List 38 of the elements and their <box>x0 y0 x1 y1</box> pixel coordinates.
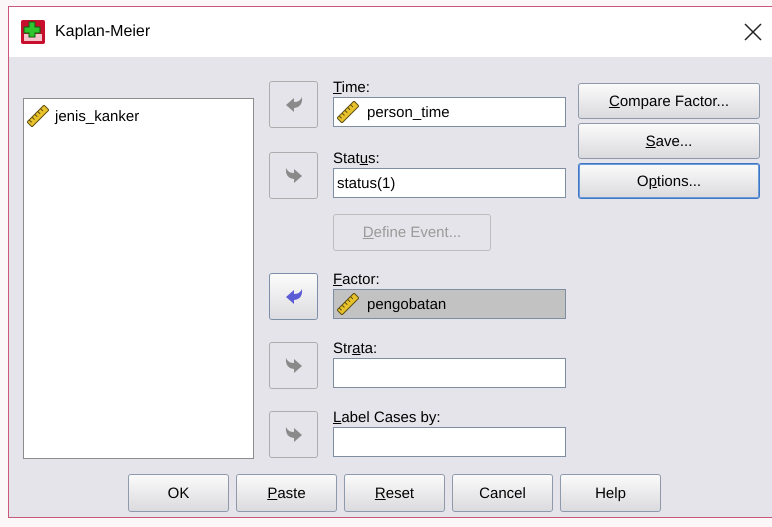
field-label: Strata: <box>333 340 378 358</box>
field-label: Label Cases by: <box>333 409 442 427</box>
dialog-button[interactable]: Reset <box>344 474 445 512</box>
move-button[interactable] <box>269 273 318 320</box>
field-label: Status: <box>333 150 381 168</box>
dialog-button[interactable]: Save... <box>578 123 760 159</box>
close-icon[interactable] <box>744 23 762 41</box>
field-label: Factor: <box>333 271 381 289</box>
right-arrow-icon <box>284 425 304 444</box>
variable-item[interactable]: jenis_kanker <box>55 108 140 124</box>
field-value: person_time <box>367 104 450 120</box>
field-value: pengobatan <box>367 296 446 312</box>
variable-field[interactable]: person_time <box>333 97 566 127</box>
variable-field[interactable] <box>333 427 566 457</box>
app-icon <box>21 20 45 44</box>
dialog-button[interactable]: Options... <box>578 163 760 199</box>
variable-field[interactable] <box>333 358 566 388</box>
variable-field[interactable]: pengobatan <box>333 289 566 319</box>
right-arrow-icon <box>284 356 304 375</box>
ruler-icon <box>337 293 359 315</box>
field-value: status(1) <box>337 174 396 192</box>
variable-field[interactable]: status(1) <box>333 168 566 198</box>
window-title: Kaplan-Meier <box>55 23 152 41</box>
dialog-button[interactable]: Help <box>560 474 661 512</box>
left-arrow-icon <box>284 95 304 114</box>
move-button[interactable] <box>269 342 318 389</box>
left-arrow-icon <box>284 287 304 306</box>
right-arrow-icon <box>284 166 304 185</box>
dialog-button[interactable]: Compare Factor... <box>578 83 760 119</box>
move-button[interactable] <box>269 152 318 199</box>
move-button[interactable] <box>269 411 318 458</box>
dialog-button[interactable]: OK <box>128 474 229 512</box>
dialog-button[interactable]: Paste <box>236 474 337 512</box>
ruler-icon <box>337 101 359 123</box>
dialog-button[interactable]: Cancel <box>452 474 553 512</box>
field-label: Time: <box>333 79 371 97</box>
variable-list[interactable]: jenis_kanker <box>23 98 254 459</box>
move-button[interactable] <box>269 81 318 128</box>
